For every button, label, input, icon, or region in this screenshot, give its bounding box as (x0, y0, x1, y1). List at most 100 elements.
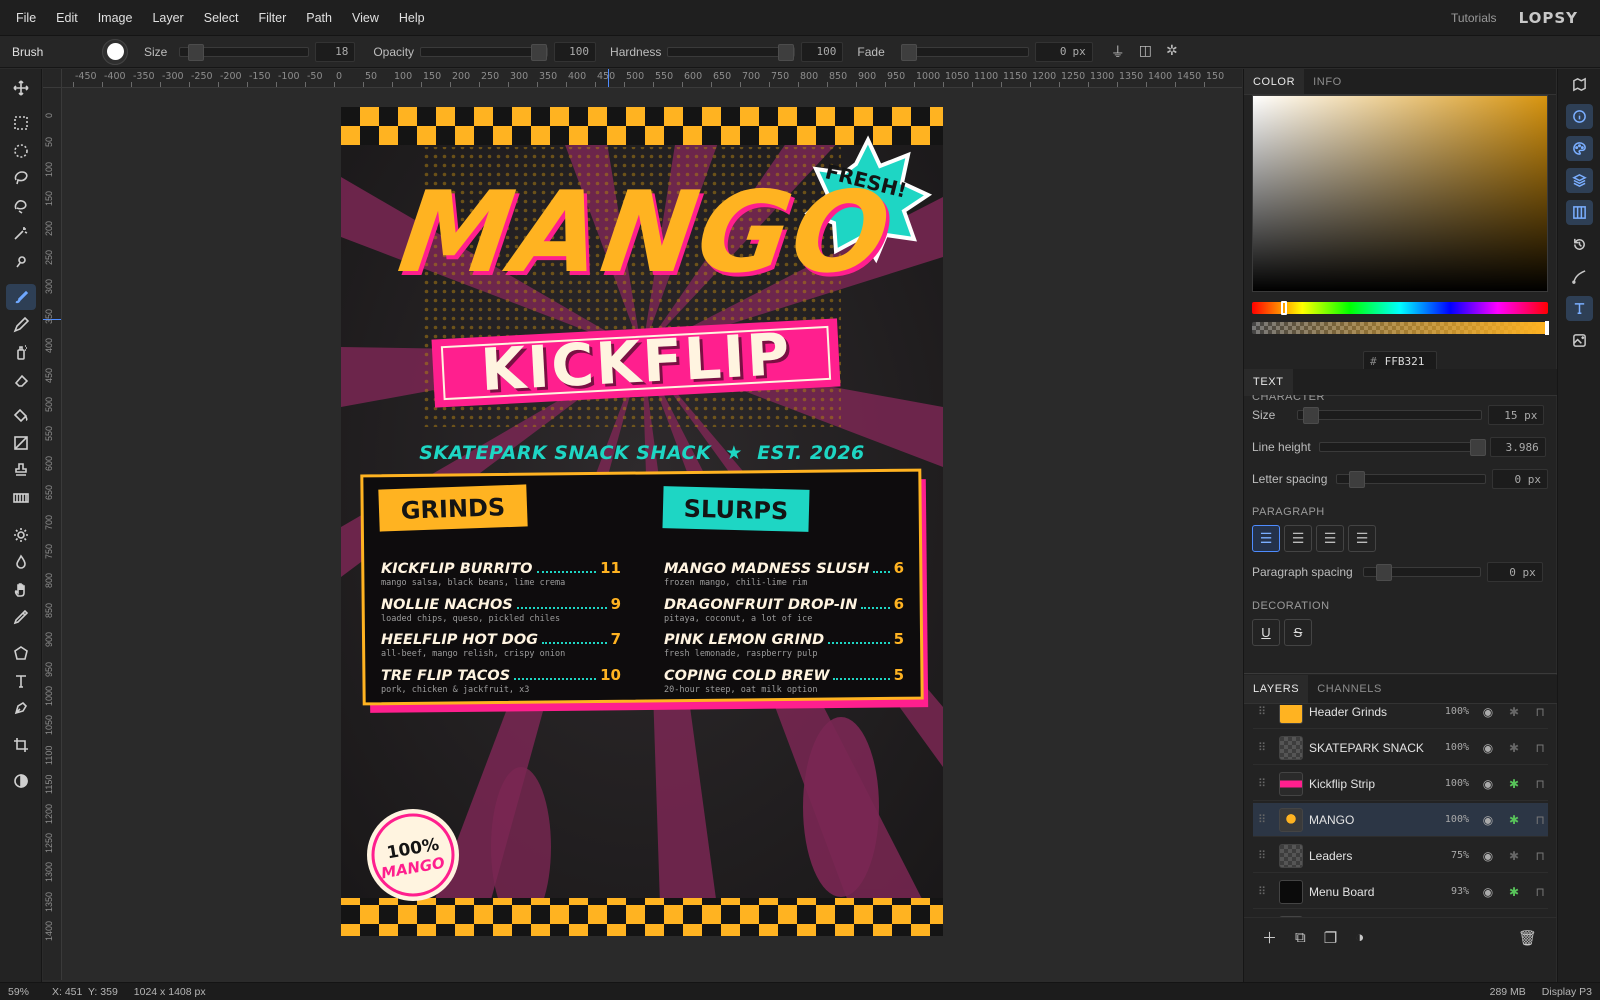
size-slider-knob[interactable] (188, 43, 205, 61)
hardness-slider-knob[interactable] (778, 43, 795, 61)
rect-select-icon[interactable] (6, 110, 36, 136)
shape-icon[interactable] (6, 640, 36, 666)
paint-bucket-icon[interactable] (6, 402, 36, 428)
size-value[interactable]: 18 (315, 41, 356, 62)
line-height-value[interactable]: 3.986 (1489, 437, 1546, 457)
text-size-slider[interactable] (1297, 407, 1483, 424)
line-height-knob[interactable] (1469, 439, 1486, 456)
effects-icon[interactable]: ✱ (1507, 813, 1521, 827)
pattern-icon[interactable] (6, 485, 36, 511)
effects-icon[interactable]: ✱ (1507, 705, 1521, 719)
letter-spacing-knob[interactable] (1349, 471, 1366, 488)
fade-value[interactable]: 0 px (1034, 41, 1093, 62)
layer-name[interactable]: SKATEPARK SNACK (1309, 741, 1429, 755)
lock-icon[interactable]: ⊓ (1533, 813, 1547, 827)
align-right-icon[interactable]: ☰ (1316, 525, 1344, 552)
menu-item[interactable]: COPING COLD BREW 5 20-hour steep, oat milk… (664, 666, 904, 702)
eyedropper-icon[interactable] (6, 604, 36, 630)
menu-edit[interactable]: Edit (46, 11, 88, 25)
layer-name[interactable]: Menu Board (1309, 885, 1429, 899)
text-panel-title[interactable]: TEXT (1244, 369, 1293, 396)
zoom-level[interactable]: 59% (0, 986, 44, 998)
layer-row[interactable]: ⠿ Header Grinds 100% ◉ ✱ ⊓ (1253, 705, 1548, 729)
palette-icon[interactable] (1566, 136, 1593, 161)
new-group-icon[interactable]: ⧉ (1295, 929, 1306, 946)
layers-icon[interactable] (1566, 168, 1593, 193)
size-slider[interactable] (179, 43, 310, 61)
tab-channels[interactable]: CHANNELS (1308, 675, 1391, 703)
add-layer-icon[interactable]: ＋ (1262, 927, 1277, 948)
delete-layer-icon[interactable]: 🗑 (1518, 929, 1537, 947)
crop-icon[interactable] (6, 732, 36, 758)
menu-file[interactable]: File (6, 11, 46, 25)
visibility-eye-icon[interactable]: ◉ (1481, 849, 1495, 863)
color-saturation-field[interactable] (1252, 95, 1548, 292)
fade-slider-knob[interactable] (900, 43, 917, 61)
lock-icon[interactable]: ⊓ (1533, 705, 1547, 719)
paragraph-spacing-value[interactable]: 0 px (1486, 562, 1543, 582)
contrast-icon[interactable] (6, 768, 36, 794)
history-icon[interactable] (1566, 232, 1593, 257)
symmetry-horizontal-icon[interactable]: ◫ (1139, 42, 1152, 62)
stamp-icon[interactable] (6, 457, 36, 483)
menu-item[interactable]: NOLLIE NACHOS 9 loaded chips, queso, pickl… (381, 595, 621, 631)
menu-image[interactable]: Image (88, 11, 143, 25)
spray-icon[interactable] (6, 339, 36, 365)
paragraph-spacing-knob[interactable] (1375, 564, 1392, 581)
align-justify-icon[interactable]: ☰ (1348, 525, 1376, 552)
pencil-icon[interactable] (6, 312, 36, 338)
poster-canvas[interactable]: FRESH! MANGO KICKFLIP SKATEPARK SNACK SH… (341, 107, 943, 936)
quick-select-icon[interactable] (6, 248, 36, 274)
letter-spacing-value[interactable]: 0 px (1492, 469, 1548, 489)
ellipse-select-icon[interactable] (6, 138, 36, 164)
drag-handle-icon[interactable]: ⠿ (1253, 777, 1271, 790)
menu-filter[interactable]: Filter (248, 11, 296, 25)
pen-icon[interactable] (6, 695, 36, 721)
menu-item[interactable]: MANGO MADNESS SLUSH 6 frozen mango, chili-… (664, 559, 904, 595)
tutorials-link[interactable]: Tutorials (1451, 11, 1497, 25)
opacity-value[interactable]: 100 (554, 41, 597, 62)
drag-handle-icon[interactable]: ⠿ (1253, 885, 1271, 898)
eraser-icon[interactable] (6, 367, 36, 393)
effects-icon[interactable]: ✱ (1507, 741, 1521, 755)
image-adjust-icon[interactable] (1566, 328, 1593, 353)
dodge-icon[interactable] (6, 522, 36, 548)
align-center-icon[interactable]: ☰ (1284, 525, 1312, 552)
drag-handle-icon[interactable]: ⠿ (1253, 741, 1271, 754)
symmetry-vertical-icon[interactable]: ⏚ (1111, 42, 1125, 62)
menu-layer[interactable]: Layer (142, 11, 193, 25)
burn-icon[interactable] (6, 549, 36, 575)
text-size-value[interactable]: 15 px (1488, 405, 1545, 425)
brush-preview[interactable] (102, 38, 128, 65)
effects-icon[interactable]: ✱ (1507, 849, 1521, 863)
grinds-header[interactable]: GRINDS (378, 486, 527, 531)
menu-item[interactable]: HEELFLIP HOT DOG 7 all-beef, mango relish,… (381, 630, 621, 666)
paragraph-spacing-slider[interactable] (1362, 564, 1481, 581)
fade-slider[interactable] (900, 43, 1029, 61)
effects-icon[interactable]: ✱ (1507, 885, 1521, 899)
underline-button[interactable]: U (1252, 619, 1280, 646)
visibility-eye-icon[interactable]: ◉ (1481, 885, 1495, 899)
menu-item[interactable]: KICKFLIP BURRITO 11 mango salsa, black bea… (381, 559, 621, 595)
navigator-icon[interactable] (1566, 72, 1593, 97)
layer-row[interactable]: ⠿ Kickflip Strip 100% ◉ ✱ ⊓ (1253, 767, 1548, 801)
symmetry-radial-icon[interactable]: ✲ (1166, 42, 1178, 62)
lasso-icon[interactable] (6, 165, 36, 191)
layer-name[interactable]: Leaders (1309, 849, 1429, 863)
gradient-icon[interactable] (6, 430, 36, 456)
visibility-eye-icon[interactable]: ◉ (1481, 741, 1495, 755)
hardness-value[interactable]: 100 (801, 41, 844, 62)
lock-icon[interactable]: ⊓ (1533, 885, 1547, 899)
text-size-knob[interactable] (1303, 407, 1320, 424)
opacity-slider[interactable] (420, 43, 549, 61)
visibility-eye-icon[interactable]: ◉ (1481, 705, 1495, 719)
menu-path[interactable]: Path (296, 11, 342, 25)
lock-icon[interactable]: ⊓ (1533, 777, 1547, 791)
slurps-header[interactable]: SLURPS (663, 488, 810, 532)
columns-icon[interactable] (1566, 200, 1593, 225)
layer-row[interactable]: ⠿ Leaders 75% ◉ ✱ ⊓ (1253, 839, 1548, 873)
canvas-area[interactable]: FRESH! MANGO KICKFLIP SKATEPARK SNACK SH… (62, 88, 1242, 980)
tab-layers[interactable]: LAYERS (1244, 675, 1309, 703)
brush-icon[interactable] (6, 284, 36, 310)
menu-help[interactable]: Help (389, 11, 435, 25)
